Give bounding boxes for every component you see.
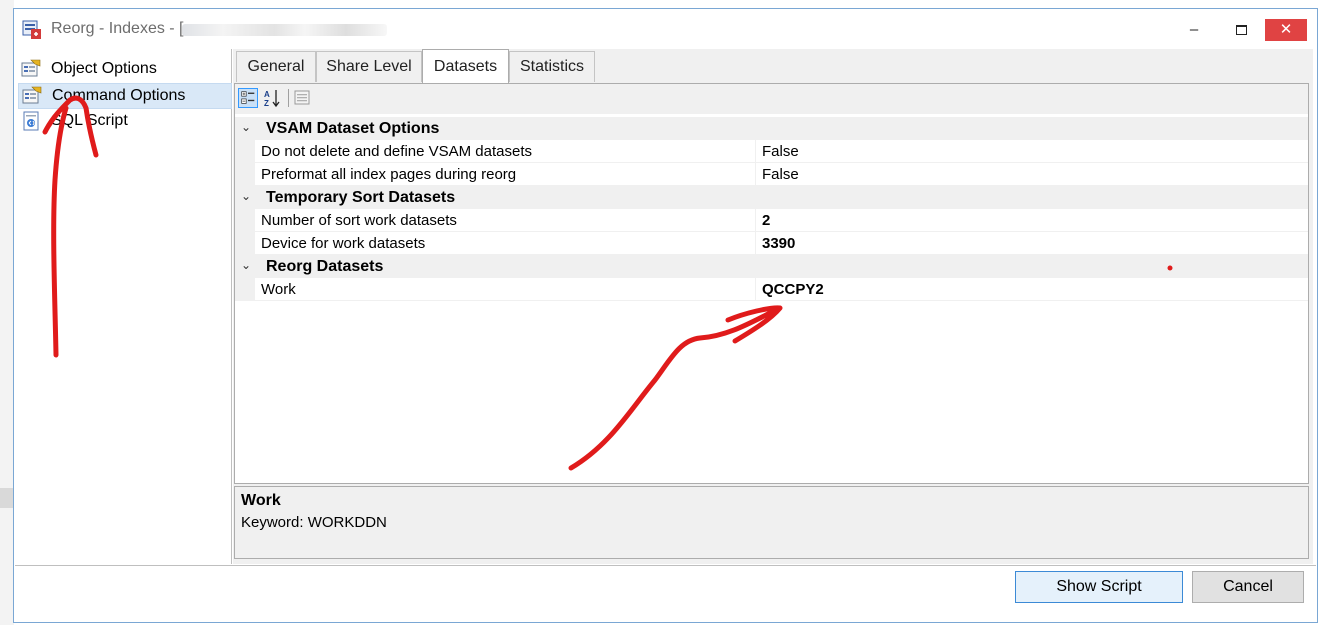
- property-grid: A Z ⌄ VSAM Dataset Options Do not delete…: [234, 83, 1309, 484]
- property-value[interactable]: False: [762, 166, 799, 183]
- property-row-work[interactable]: Work QCCPY2: [235, 278, 1308, 301]
- property-value[interactable]: 2: [762, 212, 770, 229]
- property-description-panel: Work Keyword: WORKDDN: [234, 486, 1309, 559]
- chevron-down-icon[interactable]: ⌄: [241, 120, 251, 134]
- redacted-title: [182, 24, 387, 36]
- property-value[interactable]: False: [762, 143, 799, 160]
- category-temporary-sort-datasets[interactable]: ⌄ Temporary Sort Datasets: [235, 186, 1308, 209]
- property-name: Number of sort work datasets: [261, 212, 457, 229]
- app-icon: [22, 20, 41, 39]
- nav-item-label: Command Options: [52, 87, 186, 104]
- sql-script-icon: [23, 111, 39, 131]
- nav-item-sql-script[interactable]: SQL Script: [18, 109, 230, 133]
- property-row[interactable]: Device for work datasets 3390: [235, 232, 1308, 255]
- nav-item-object-options[interactable]: Object Options: [18, 57, 230, 81]
- window-title: Reorg - Indexes - [: [51, 20, 184, 37]
- property-row[interactable]: Number of sort work datasets 2: [235, 209, 1308, 232]
- tab-share-level[interactable]: Share Level: [316, 51, 422, 82]
- tab-statistics[interactable]: Statistics: [509, 51, 595, 82]
- property-name: Work: [261, 281, 296, 298]
- close-icon[interactable]: ✕: [1265, 19, 1307, 41]
- svg-text:A: A: [264, 90, 270, 99]
- maximize-icon[interactable]: [1221, 19, 1261, 41]
- description-title: Work: [241, 492, 281, 509]
- dialog-footer: Show Script Cancel: [15, 565, 1316, 622]
- cancel-button[interactable]: Cancel: [1192, 571, 1304, 603]
- property-grid-toolbar: A Z: [235, 84, 1308, 114]
- category-title: Reorg Datasets: [266, 258, 384, 275]
- chevron-down-icon[interactable]: ⌄: [241, 189, 251, 203]
- toolbar-separator: [288, 89, 289, 107]
- property-value[interactable]: 3390: [762, 235, 795, 252]
- svg-text:Z: Z: [264, 99, 269, 108]
- options-nav: Object Options Command Options SQL Scrip…: [15, 49, 232, 564]
- command-options-icon: [22, 86, 42, 104]
- property-value[interactable]: QCCPY2: [762, 281, 824, 298]
- tab-datasets[interactable]: Datasets: [422, 49, 509, 84]
- property-row[interactable]: Do not delete and define VSAM datasets F…: [235, 140, 1308, 163]
- tab-strip: General Share Level Datasets Statistics: [233, 49, 1313, 84]
- minimize-icon[interactable]: ‒: [1174, 19, 1214, 41]
- nav-item-label: SQL Script: [51, 112, 128, 129]
- show-script-button[interactable]: Show Script: [1015, 571, 1183, 603]
- background-window-edge: [0, 488, 14, 508]
- object-options-icon: [21, 59, 41, 77]
- reorg-dialog: Reorg - Indexes - [ ‒ ✕ Object Options C…: [13, 8, 1318, 623]
- property-name: Preformat all index pages during reorg: [261, 166, 517, 183]
- description-text: Keyword: WORKDDN: [241, 514, 387, 531]
- property-pages-icon[interactable]: [292, 88, 312, 108]
- property-name: Do not delete and define VSAM datasets: [261, 143, 533, 160]
- background-window: [0, 0, 14, 625]
- chevron-down-icon[interactable]: ⌄: [241, 258, 251, 272]
- category-title: VSAM Dataset Options: [266, 120, 440, 137]
- property-name: Device for work datasets: [261, 235, 426, 252]
- title-bar: Reorg - Indexes - [ ‒ ✕: [14, 9, 1317, 49]
- options-panel: General Share Level Datasets Statistics …: [233, 49, 1313, 564]
- alphabetical-sort-icon[interactable]: A Z: [262, 88, 282, 108]
- categorized-icon[interactable]: [238, 88, 258, 108]
- category-reorg-datasets[interactable]: ⌄ Reorg Datasets: [235, 255, 1308, 278]
- category-title: Temporary Sort Datasets: [266, 189, 456, 206]
- category-vsam-dataset-options[interactable]: ⌄ VSAM Dataset Options: [235, 117, 1308, 140]
- property-row[interactable]: Preformat all index pages during reorg F…: [235, 163, 1308, 186]
- nav-item-label: Object Options: [51, 60, 157, 77]
- nav-item-command-options[interactable]: Command Options: [18, 83, 232, 109]
- tab-general[interactable]: General: [236, 51, 316, 82]
